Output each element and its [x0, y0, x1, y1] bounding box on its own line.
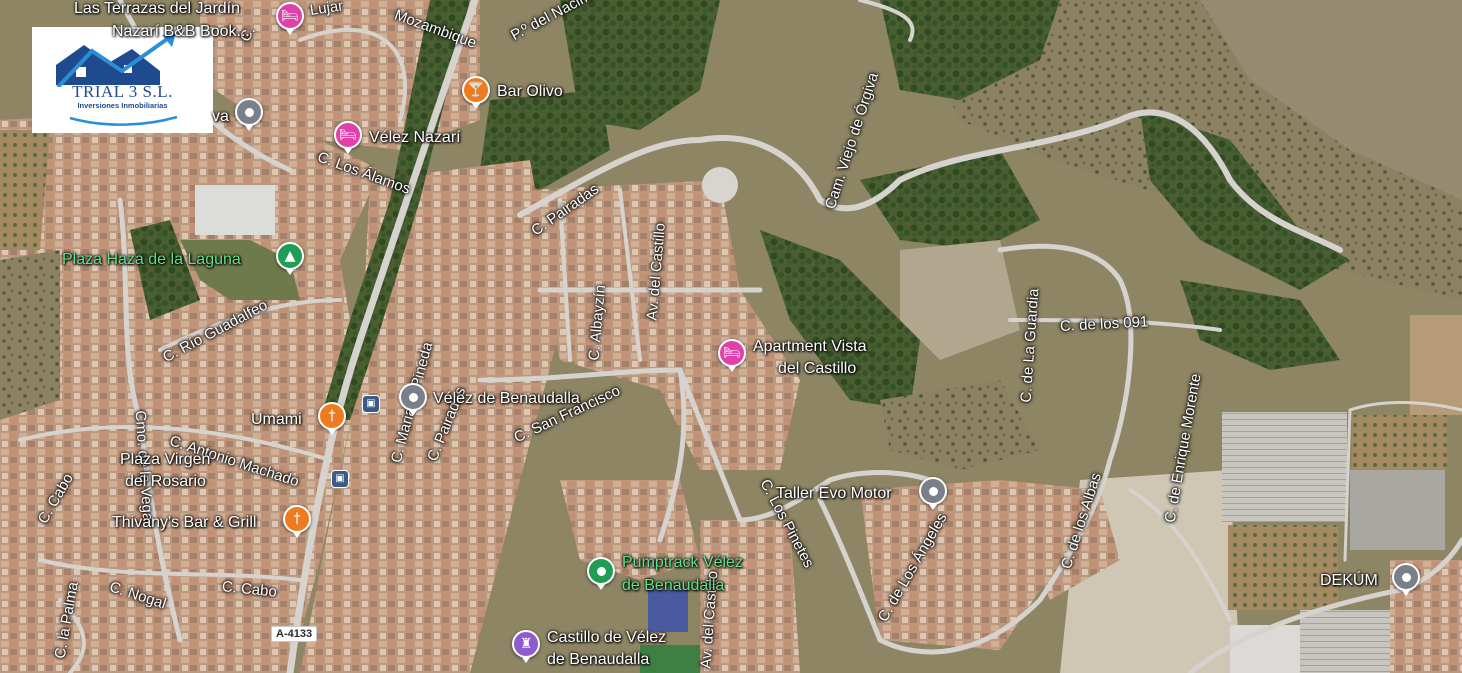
- poi-las-terrazas-label[interactable]: Las Terrazas del Jardín: [74, 0, 240, 17]
- poi-apartment-label[interactable]: Apartment Vista: [753, 338, 867, 355]
- pin-icon[interactable]: [1392, 563, 1420, 591]
- castle-icon[interactable]: ♜: [512, 630, 540, 658]
- poi-pumptrack-label-2[interactable]: de Benaudalla: [622, 577, 724, 594]
- poi-velez-nazari-label[interactable]: Vélez Nazarí: [369, 129, 461, 146]
- poi-va-label[interactable]: va: [212, 108, 229, 125]
- poi-umami-label[interactable]: Umami: [251, 411, 302, 428]
- bed-icon[interactable]: 🛏: [334, 121, 362, 149]
- poi-bar-olivo-label[interactable]: Bar Olivo: [497, 83, 563, 100]
- bed-icon[interactable]: 🛏: [718, 339, 746, 367]
- logo-title: TRIAL 3 S.L.: [72, 82, 173, 101]
- brand-logo: TRIAL 3 S.L. Inversiones Inmobiliarias: [32, 27, 213, 133]
- road-shield: A-4133: [271, 626, 318, 642]
- bed-icon[interactable]: 🛏: [276, 2, 304, 30]
- pin-icon[interactable]: [399, 383, 427, 411]
- poi-dekum-label[interactable]: DEKÚM: [1320, 572, 1378, 589]
- restaurant-icon[interactable]: †: [318, 402, 346, 430]
- poi-apartment-label-2[interactable]: del Castillo: [778, 360, 856, 377]
- map-view[interactable]: TRIAL 3 S.L. Inversiones Inmobiliarias L…: [0, 0, 1462, 673]
- wave-icon: [69, 115, 178, 126]
- logo-subtitle: Inversiones Inmobiliarias: [77, 101, 168, 110]
- restaurant-icon[interactable]: †: [283, 505, 311, 533]
- poi-plaza-haza-label[interactable]: Plaza Haza de la Laguna: [62, 251, 241, 268]
- pin-icon[interactable]: [587, 557, 615, 585]
- pin-icon[interactable]: [919, 477, 947, 505]
- poi-castillo-label-2[interactable]: de Benaudalla: [547, 651, 649, 668]
- poi-taller-evo-label[interactable]: Taller Evo Motor: [776, 485, 892, 502]
- bus-stop-icon[interactable]: ▣: [331, 470, 349, 488]
- poi-castillo-label[interactable]: Castillo de Vélez: [547, 629, 666, 646]
- poi-thivanys-label[interactable]: Thivany's Bar & Grill: [112, 514, 256, 531]
- tree-icon[interactable]: ▲: [276, 242, 304, 270]
- poi-pumptrack-label[interactable]: Pumptrack Vélez: [622, 554, 743, 571]
- poi-plaza-virgen-label[interactable]: Plaza Virgen: [120, 451, 210, 468]
- poi-velez-benaudalla-label[interactable]: Vélez de Benaudalla: [433, 390, 580, 407]
- cocktail-icon[interactable]: 🍸: [462, 76, 490, 104]
- poi-las-terrazas-label-2[interactable]: Nazarí B&B Book...: [112, 23, 250, 40]
- poi-plaza-virgen-label-2[interactable]: del Rosario: [125, 473, 206, 490]
- bus-stop-icon[interactable]: ▣: [362, 395, 380, 413]
- pin-icon[interactable]: [235, 98, 263, 126]
